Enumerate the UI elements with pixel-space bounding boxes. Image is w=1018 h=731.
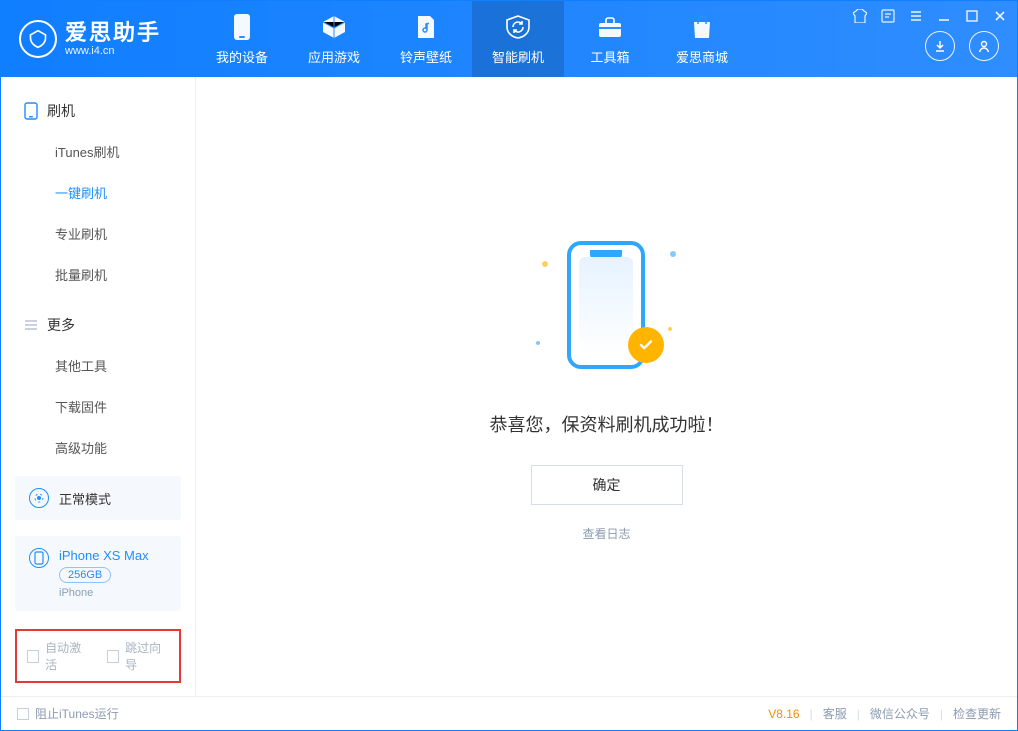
menu-icon[interactable] [907, 7, 925, 25]
checkbox-box [17, 708, 29, 720]
view-log-link[interactable]: 查看日志 [582, 525, 630, 542]
checkbox-label: 阻止iTunes运行 [35, 705, 119, 722]
device-card[interactable]: iPhone XS Max 256GB iPhone [15, 536, 181, 611]
device-icon [29, 548, 49, 568]
sidebar-section-flash: 刷机 [1, 91, 195, 131]
checkbox-label: 自动激活 [45, 639, 89, 673]
checkbox-label: 跳过向导 [125, 639, 169, 673]
check-badge-icon [628, 327, 664, 363]
sidebar: 刷机 iTunes刷机 一键刷机 专业刷机 批量刷机 更多 其他工具 下载固件 … [1, 77, 196, 696]
tab-my-device[interactable]: 我的设备 [196, 1, 288, 77]
device-name: iPhone XS Max [59, 548, 149, 563]
download-icon[interactable] [925, 31, 955, 61]
tab-label: 工具箱 [590, 47, 629, 66]
toolbox-icon [596, 13, 624, 41]
success-message: 恭喜您，保资料刷机成功啦！ [490, 411, 724, 437]
checkbox-block-itunes[interactable]: 阻止iTunes运行 [17, 705, 119, 722]
app-window: 爱思助手 www.i4.cn 我的设备 应用游戏 铃声壁纸 智能刷机 [0, 0, 1018, 731]
checkbox-skip-wizard[interactable]: 跳过向导 [107, 639, 169, 673]
refresh-shield-icon [504, 13, 532, 41]
app-name: 爱思助手 [65, 21, 161, 45]
support-link[interactable]: 客服 [823, 705, 847, 722]
mode-icon [29, 488, 49, 508]
minimize-button[interactable] [935, 7, 953, 25]
device-type: iPhone [59, 587, 149, 599]
list-icon [23, 317, 39, 333]
checkbox-box [107, 650, 119, 663]
sparkle-icon [536, 341, 540, 345]
tab-toolbox[interactable]: 工具箱 [564, 1, 656, 77]
window-controls [851, 7, 1009, 25]
top-nav: 我的设备 应用游戏 铃声壁纸 智能刷机 工具箱 爱思商城 [196, 1, 748, 77]
version-label: V8.16 [768, 707, 799, 721]
maximize-button[interactable] [963, 7, 981, 25]
device-capacity: 256GB [59, 567, 111, 583]
sidebar-section-more: 更多 [1, 305, 195, 345]
tab-smart-flash[interactable]: 智能刷机 [472, 1, 564, 77]
bag-icon [688, 13, 716, 41]
user-icon[interactable] [969, 31, 999, 61]
mode-card[interactable]: 正常模式 [15, 476, 181, 520]
tab-label: 我的设备 [216, 47, 268, 66]
sidebar-item-download-firmware[interactable]: 下载固件 [1, 386, 195, 427]
tab-apps-games[interactable]: 应用游戏 [288, 1, 380, 77]
success-illustration [532, 231, 682, 381]
wechat-link[interactable]: 微信公众号 [870, 705, 930, 722]
app-logo-icon [19, 20, 57, 58]
tab-label: 智能刷机 [492, 47, 544, 66]
close-button[interactable] [991, 7, 1009, 25]
mode-label: 正常模式 [59, 489, 111, 508]
phone-icon [23, 103, 39, 119]
skin-icon[interactable] [851, 7, 869, 25]
main-content: 恭喜您，保资料刷机成功啦！ 确定 查看日志 [196, 77, 1017, 696]
checkbox-auto-activate[interactable]: 自动激活 [27, 639, 89, 673]
sidebar-item-oneclick-flash[interactable]: 一键刷机 [1, 172, 195, 213]
ok-button-label: 确定 [593, 475, 621, 495]
sparkle-icon [668, 327, 672, 331]
tab-store[interactable]: 爱思商城 [656, 1, 748, 77]
ok-button[interactable]: 确定 [531, 465, 683, 505]
device-icon [228, 13, 256, 41]
sparkle-icon [670, 251, 676, 257]
titlebar: 爱思助手 www.i4.cn 我的设备 应用游戏 铃声壁纸 智能刷机 [1, 1, 1017, 77]
checkbox-box [27, 650, 39, 663]
tab-label: 爱思商城 [676, 47, 728, 66]
sidebar-item-itunes-flash[interactable]: iTunes刷机 [1, 131, 195, 172]
sidebar-item-other-tools[interactable]: 其他工具 [1, 345, 195, 386]
sidebar-item-pro-flash[interactable]: 专业刷机 [1, 213, 195, 254]
cube-icon [320, 13, 348, 41]
tab-ringtones-wallpapers[interactable]: 铃声壁纸 [380, 1, 472, 77]
check-update-link[interactable]: 检查更新 [953, 705, 1001, 722]
body: 刷机 iTunes刷机 一键刷机 专业刷机 批量刷机 更多 其他工具 下载固件 … [1, 77, 1017, 696]
sidebar-item-batch-flash[interactable]: 批量刷机 [1, 254, 195, 295]
titlebar-actions [925, 31, 999, 61]
app-url: www.i4.cn [65, 45, 161, 57]
tab-label: 应用游戏 [308, 47, 360, 66]
flash-options-highlight: 自动激活 跳过向导 [15, 629, 181, 683]
music-file-icon [412, 13, 440, 41]
tab-label: 铃声壁纸 [400, 47, 452, 66]
sparkle-icon [542, 261, 548, 267]
feedback-icon[interactable] [879, 7, 897, 25]
statusbar: 阻止iTunes运行 V8.16 | 客服 | 微信公众号 | 检查更新 [1, 696, 1017, 730]
sidebar-item-advanced[interactable]: 高级功能 [1, 427, 195, 468]
logo: 爱思助手 www.i4.cn [1, 1, 196, 77]
sidebar-section-title: 刷机 [47, 101, 75, 121]
sidebar-section-title: 更多 [47, 315, 75, 335]
